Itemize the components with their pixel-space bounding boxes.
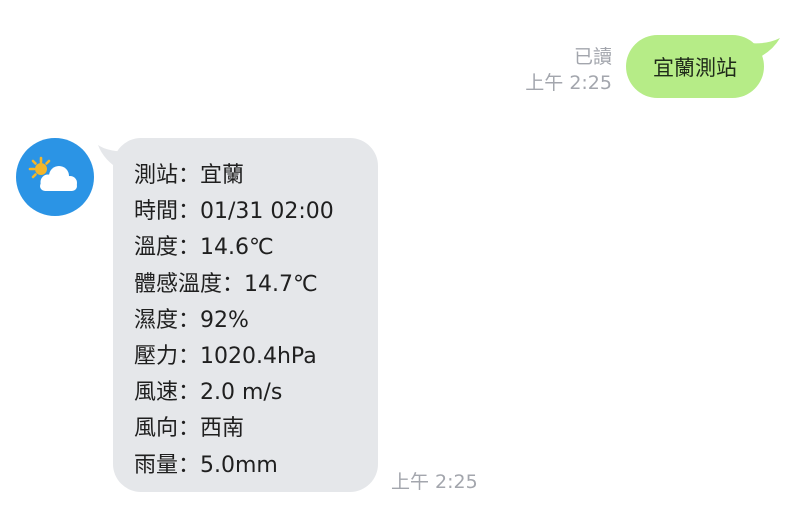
temperature-line: 溫度：14.6℃	[134, 235, 274, 261]
weather-bot-avatar[interactable]	[16, 138, 94, 216]
outgoing-meta: 已讀 上午 2:25	[525, 44, 612, 96]
time-line: 時間：01/31 02:00	[134, 199, 334, 225]
outgoing-timestamp: 上午 2:25	[525, 72, 612, 94]
outgoing-message-bubble[interactable]: 宜蘭測站	[626, 35, 764, 98]
chat-view: 已讀 上午 2:25 宜蘭測站 測站：宜蘭 時間：01/31 02:00 溫度：…	[0, 0, 794, 514]
incoming-timestamp: 上午 2:25	[391, 471, 478, 493]
rainfall-line: 雨量：5.0mm	[134, 452, 278, 478]
station-line: 測站：宜蘭	[134, 163, 245, 188]
apparent-temperature-line: 體感溫度：14.7℃	[134, 271, 318, 297]
incoming-message-bubble[interactable]: 測站：宜蘭 時間：01/31 02:00 溫度：14.6℃ 體感溫度：14.7℃…	[113, 138, 378, 492]
read-receipt: 已讀	[573, 46, 612, 68]
wind-speed-line: 風速：2.0 m/s	[134, 380, 283, 406]
pressure-line: 壓力：1020.4hPa	[134, 344, 317, 370]
outgoing-message-text: 宜蘭測站	[653, 55, 737, 80]
humidity-line: 濕度：92%	[134, 307, 249, 333]
wind-direction-line: 風向：西南	[134, 416, 245, 442]
partly-cloudy-icon	[28, 156, 77, 191]
